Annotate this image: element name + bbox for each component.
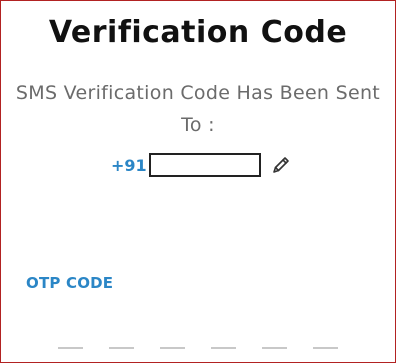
sms-sent-message-line2: To :: [181, 114, 215, 136]
pencil-icon-graphic: [272, 157, 289, 173]
verification-screen: Verification Code SMS Verification Code …: [0, 0, 396, 363]
otp-digit-5[interactable]: [262, 339, 287, 349]
sms-sent-message-line1: SMS Verification Code Has Been Sent: [15, 82, 381, 104]
phone-number-field[interactable]: [148, 153, 261, 177]
otp-input-group: [58, 339, 338, 349]
sms-sent-message: SMS Verification Code Has Been Sent To :: [1, 77, 395, 141]
page-title: Verification Code: [48, 15, 348, 50]
phone-number-row: +91: [111, 152, 292, 178]
country-code: +91: [111, 155, 147, 175]
otp-digit-2[interactable]: [109, 339, 134, 349]
otp-digit-6[interactable]: [313, 339, 338, 349]
otp-code-label: OTP CODE: [26, 274, 114, 292]
otp-digit-1[interactable]: [58, 339, 83, 349]
otp-digit-4[interactable]: [211, 339, 236, 349]
otp-digit-3[interactable]: [160, 339, 185, 349]
pencil-icon[interactable]: [270, 154, 292, 176]
